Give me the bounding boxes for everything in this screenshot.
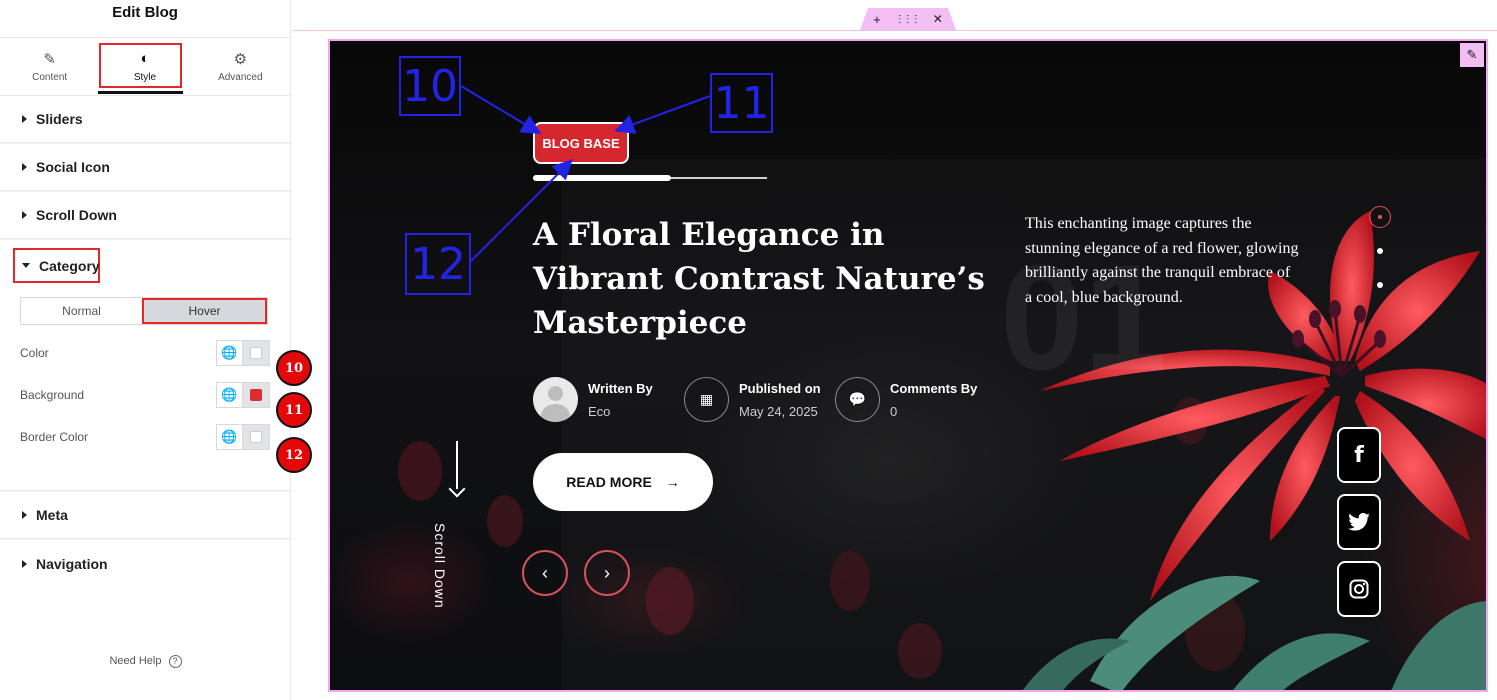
blog-slider: 01 ✎ BLOG BASE A Floral Elegance in Vibr… — [328, 39, 1488, 692]
control-background: Background 🌐 — [20, 382, 270, 408]
control-label: Color — [20, 346, 49, 360]
caret-right-icon — [22, 560, 27, 568]
section-meta[interactable]: Meta — [0, 492, 290, 540]
color-picker: 🌐 — [216, 382, 270, 408]
caret-right-icon — [22, 115, 27, 123]
arrow-right-icon: → — [665, 474, 680, 490]
meta-date-value: May 24, 2025 — [739, 403, 818, 419]
slide-dot[interactable] — [1377, 248, 1383, 254]
meta-comments-key: Comments By — [890, 380, 978, 396]
caret-right-icon — [22, 163, 27, 171]
need-help-link[interactable]: Need Help ? — [0, 655, 291, 668]
meta-comments: 💬 Comments By 0 — [835, 377, 977, 422]
help-icon: ? — [168, 655, 182, 668]
section-navigation[interactable]: Navigation — [0, 540, 290, 588]
instagram-icon[interactable] — [1337, 561, 1381, 617]
control-border-color: Border Color 🌐 — [20, 424, 270, 450]
drag-handle-icon[interactable]: ⋮⋮⋮ — [895, 14, 921, 25]
section-handle: + ⋮⋮⋮ ✕ — [860, 8, 956, 30]
scroll-down-label: Scroll Down — [432, 523, 448, 609]
globe-icon[interactable]: 🌐 — [217, 383, 243, 407]
category-label: Category — [39, 257, 100, 274]
tab-content-label: Content — [32, 72, 68, 83]
control-color: Color 🌐 — [20, 340, 270, 366]
state-hover-tab[interactable]: Hover — [142, 298, 267, 324]
meta-author: Written By Eco — [533, 377, 653, 422]
post-excerpt: This enchanting image captures the stunn… — [1025, 215, 1299, 306]
globe-icon[interactable]: 🌐 — [217, 425, 243, 449]
tab-active-underline — [98, 91, 183, 94]
slide-dot-active[interactable] — [1369, 206, 1391, 228]
color-swatch[interactable] — [243, 341, 269, 365]
section-label: Navigation — [36, 556, 108, 572]
calendar-icon: ▦ — [684, 377, 729, 422]
section-sliders[interactable]: Sliders — [0, 96, 290, 144]
editor-panel: Edit Blog ✎ Content ◐ Style ⚙ Advanced S… — [0, 0, 291, 700]
facebook-icon[interactable]: f — [1337, 427, 1381, 483]
comment-icon: 💬 — [835, 377, 880, 422]
slide-progress — [533, 175, 767, 181]
pencil-icon: ✎ — [43, 51, 56, 68]
section-label: Sliders — [36, 111, 83, 127]
tab-style-highlight — [99, 43, 182, 88]
tab-content[interactable]: ✎ Content — [5, 38, 95, 95]
meta-date-key: Published on — [739, 380, 821, 396]
meta-date: ▦ Published on May 24, 2025 — [684, 377, 821, 422]
state-normal-tab[interactable]: Normal — [21, 298, 142, 324]
color-swatch[interactable] — [243, 383, 269, 407]
meta-author-value[interactable]: Eco — [588, 404, 653, 419]
control-label: Background — [20, 388, 85, 402]
section-category: Category Normal Hover Color 🌐 Background… — [0, 240, 290, 492]
next-slide-button[interactable]: › — [584, 550, 630, 596]
avatar — [533, 377, 578, 422]
badge-12: 12 — [276, 437, 312, 473]
slide-dot[interactable] — [1377, 282, 1383, 288]
section-label: Social Icon — [36, 159, 110, 175]
close-icon[interactable]: ✕ — [933, 12, 943, 26]
color-picker: 🌐 — [216, 340, 270, 366]
meta-comments-value: 0 — [890, 403, 898, 419]
caret-down-icon — [22, 263, 30, 268]
caret-right-icon — [22, 511, 27, 519]
section-label: Scroll Down — [36, 207, 117, 223]
badge-10: 10 — [276, 350, 312, 386]
gear-icon: ⚙ — [233, 51, 248, 68]
add-section-icon[interactable]: + — [873, 12, 881, 27]
tab-advanced-label: Advanced — [218, 72, 263, 83]
read-more-label: READ MORE — [566, 474, 652, 490]
badge-11: 11 — [276, 392, 312, 428]
section-outline — [292, 30, 1497, 31]
slide-progress-fill — [533, 175, 672, 181]
need-help-label: Need Help — [109, 655, 162, 667]
color-picker: 🌐 — [216, 424, 270, 450]
meta-author-key: Written By — [588, 380, 653, 396]
twitter-icon[interactable] — [1337, 494, 1381, 550]
tab-advanced[interactable]: ⚙ Advanced — [195, 38, 285, 95]
category-header[interactable]: Category — [13, 248, 100, 283]
section-social-icon[interactable]: Social Icon — [0, 144, 290, 192]
color-swatch[interactable] — [243, 425, 269, 449]
prev-slide-button[interactable]: ‹ — [522, 550, 568, 596]
globe-icon[interactable]: 🌐 — [217, 341, 243, 365]
read-more-button[interactable]: READ MORE → — [533, 453, 713, 511]
caret-right-icon — [22, 211, 27, 219]
panel-title: Edit Blog — [0, 0, 290, 38]
panel-tabs: ✎ Content ◐ Style ⚙ Advanced — [0, 38, 290, 96]
post-title[interactable]: A Floral Elegance in Vibrant Contrast Na… — [533, 213, 993, 345]
section-scroll-down[interactable]: Scroll Down — [0, 192, 290, 240]
category-badge[interactable]: BLOG BASE — [533, 122, 629, 164]
section-label: Meta — [36, 507, 68, 523]
state-switch: Normal Hover — [20, 297, 268, 325]
control-label: Border Color — [20, 430, 89, 444]
edit-pencil-icon[interactable]: ✎ — [1460, 43, 1484, 67]
